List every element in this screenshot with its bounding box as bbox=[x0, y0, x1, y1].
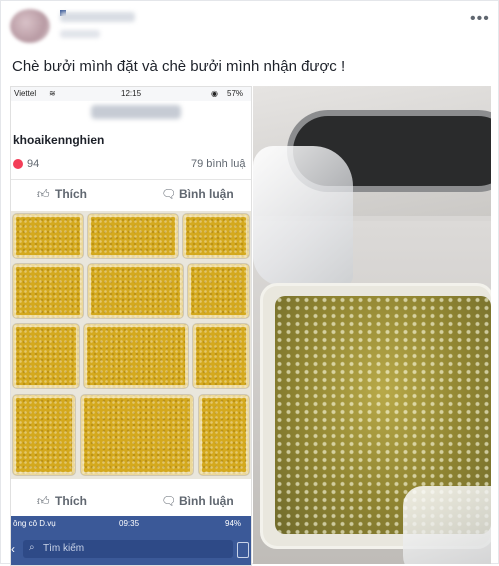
author-avatar[interactable] bbox=[10, 9, 50, 43]
like-button[interactable]: Thích bbox=[55, 494, 87, 508]
location-icon: ◉ bbox=[211, 89, 218, 98]
post-caption: Chè bưởi mình đặt và chè bưởi mình nhận … bbox=[12, 58, 346, 75]
like-thumb-icon: 👍︎ bbox=[37, 187, 50, 201]
search-icon: ⌕ bbox=[29, 542, 35, 553]
fb-bottom-bar: ông cô D.vụ 09:35 94% ‹ ⌕ Tìm kiếm bbox=[11, 516, 251, 565]
action-bar-bottom: 👍︎ Thích 🗨︎ Bình luận bbox=[11, 487, 251, 515]
like-thumb-icon: 👍︎ bbox=[37, 494, 50, 508]
facebook-post: ••• Chè bưởi mình đặt và chè bưởi mình n… bbox=[0, 0, 499, 566]
bottom-battery-label: 94% bbox=[225, 519, 242, 528]
comment-bubble-icon: 🗨︎ bbox=[161, 187, 177, 201]
bottom-carrier-label: ông cô D.vụ bbox=[13, 519, 56, 528]
fb-header bbox=[11, 101, 251, 121]
plastic-bag-corner bbox=[403, 486, 491, 564]
love-reaction-icon bbox=[13, 159, 23, 169]
carrier-label: Viettel bbox=[14, 89, 37, 98]
battery-label: 57% bbox=[227, 89, 244, 98]
reaction-count[interactable]: 94 bbox=[27, 158, 39, 170]
plastic-bag bbox=[253, 146, 353, 286]
bottom-clock-label: 09:35 bbox=[119, 519, 140, 528]
dessert-trays-photo[interactable] bbox=[11, 211, 251, 479]
comment-button[interactable]: Bình luận bbox=[179, 494, 234, 508]
search-placeholder: Tìm kiếm bbox=[43, 543, 85, 554]
search-input[interactable]: ⌕ Tìm kiếm bbox=[23, 540, 233, 558]
wifi-icon: ≋ bbox=[49, 89, 56, 98]
like-button[interactable]: Thích bbox=[55, 187, 87, 201]
clock-label: 12:15 bbox=[121, 89, 142, 98]
blurred-header-content bbox=[91, 105, 181, 119]
action-bar-top: 👍︎ Thích 🗨︎ Bình luận bbox=[11, 179, 251, 208]
comment-bubble-icon: 🗨︎ bbox=[161, 494, 177, 508]
phone-status-bar: Viettel ≋ 12:15 ◉ 57% bbox=[11, 87, 251, 101]
messenger-icon[interactable] bbox=[237, 542, 249, 558]
post-timestamp-blurred bbox=[60, 30, 100, 38]
reaction-summary: 94 79 bình luậ bbox=[11, 157, 251, 171]
ordered-dessert-screenshot[interactable]: Viettel ≋ 12:15 ◉ 57% khoaikennghien 94 … bbox=[10, 86, 252, 566]
received-dessert-photo[interactable] bbox=[253, 86, 491, 564]
more-options-icon[interactable]: ••• bbox=[470, 10, 490, 28]
comment-button[interactable]: Bình luận bbox=[179, 187, 234, 201]
comment-count[interactable]: 79 bình luậ bbox=[191, 158, 245, 170]
page-name[interactable]: khoaikennghien bbox=[13, 133, 104, 147]
back-chevron-icon[interactable]: ‹ bbox=[11, 542, 15, 556]
author-name-blurred[interactable] bbox=[60, 12, 135, 22]
